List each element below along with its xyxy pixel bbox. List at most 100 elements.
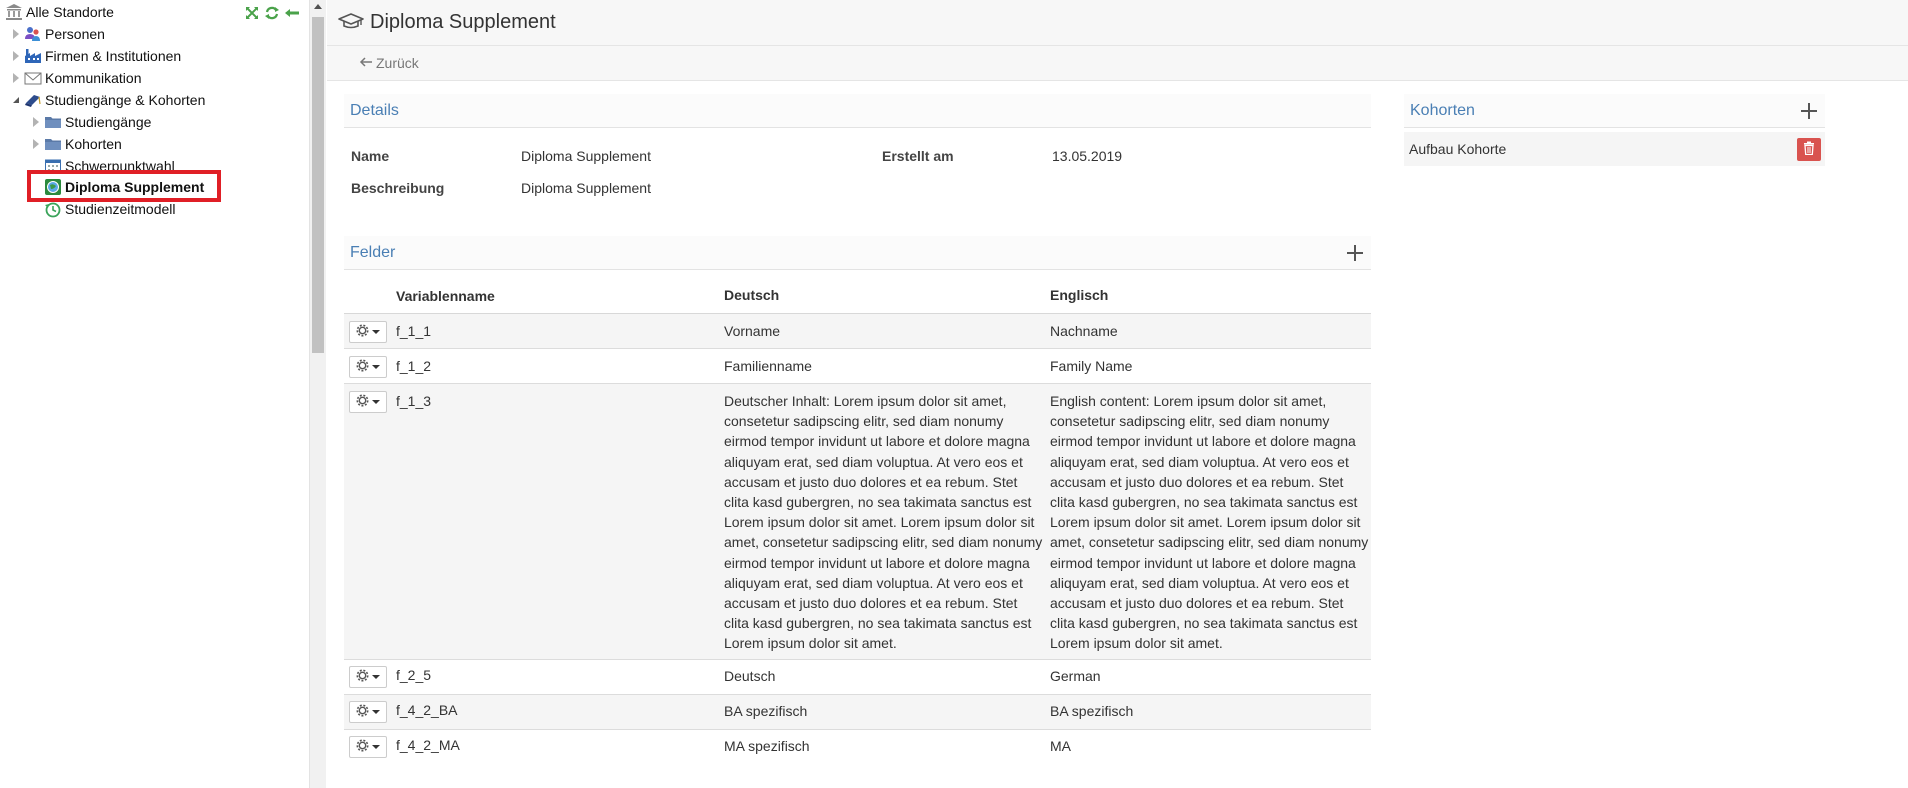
gear-icon [356, 324, 369, 340]
row-actions-cell [344, 321, 396, 343]
back-bar: Zurück [327, 46, 1908, 81]
details-panel-header: Details [344, 94, 1371, 128]
tree-item-kommunikation[interactable]: Kommunikation [9, 67, 142, 89]
column-header-deutsch: Deutsch [724, 287, 780, 304]
created-label: Erstellt am [882, 148, 954, 164]
name-label: Name [351, 148, 390, 164]
row-actions-cell [344, 701, 396, 723]
folder-icon [43, 112, 63, 132]
cell-deutsch: Familienname [724, 358, 812, 374]
tree-item-label: Kommunikation [45, 70, 142, 86]
row-actions-dropdown[interactable] [349, 321, 387, 343]
tree-item-kohorten[interactable]: Kohorten [29, 133, 122, 155]
scrollbar-thumb[interactable] [312, 17, 324, 353]
cell-variable: f_2_5 [396, 667, 432, 683]
cell-deutsch: BA spezifisch [724, 703, 808, 719]
tree-item-personen[interactable]: Personen [9, 23, 105, 45]
expand-arrow-icon[interactable] [9, 67, 23, 89]
row-actions-cell [344, 736, 396, 758]
delete-kohorte-button[interactable] [1797, 137, 1821, 161]
tree-item-firmen[interactable]: Firmen & Institutionen [9, 45, 181, 67]
sidebar: Alle Standorte Personen Firmen & Institu… [0, 0, 326, 788]
sidebar-scrollbar[interactable] [309, 0, 326, 788]
graduation-cap-icon [338, 12, 364, 33]
row-actions-dropdown[interactable] [349, 666, 387, 688]
refresh-icon[interactable] [264, 5, 280, 21]
cell-englisch: German [1050, 668, 1101, 684]
name-value: Diploma Supplement [521, 148, 651, 164]
caret-down-icon [372, 745, 380, 749]
page-title: Diploma Supplement [370, 11, 556, 33]
column-header-variablenname: Variablenname [396, 287, 495, 304]
expand-all-icon[interactable] [244, 5, 260, 21]
column-header-englisch: Englisch [1050, 287, 1109, 304]
collapse-arrow-icon[interactable] [9, 89, 23, 111]
caret-down-icon [372, 365, 380, 369]
gear-icon [356, 359, 369, 375]
clock-history-icon [43, 199, 63, 219]
kohorte-label: Aufbau Kohorte [1409, 141, 1507, 157]
folder-icon [43, 134, 63, 154]
back-link-label: Zurück [376, 55, 419, 71]
tree-toolbar [244, 5, 300, 21]
tree-item-studiengaenge-kohorten[interactable]: Studiengänge & Kohorten [9, 89, 205, 111]
main-content: Diploma Supplement Zurück Details Name D… [327, 0, 1908, 788]
expand-arrow-icon[interactable] [9, 45, 23, 67]
table-row: f_4_2_BA BA spezifisch BA spezifisch [344, 695, 1371, 730]
cell-deutsch: MA spezifisch [724, 738, 810, 754]
table-row: f_1_3 Deutscher Inhalt: Lorem ipsum dolo… [344, 384, 1371, 660]
row-actions-dropdown[interactable] [349, 391, 387, 413]
row-actions-dropdown[interactable] [349, 736, 387, 758]
back-link[interactable]: Zurück [359, 55, 419, 71]
tree-item-studiengaenge[interactable]: Studiengänge [29, 111, 151, 133]
add-kohorte-button[interactable] [1799, 101, 1819, 121]
description-label: Beschreibung [351, 180, 445, 196]
scroll-up-arrow-icon[interactable] [314, 4, 322, 9]
cell-deutsch: Deutsch [724, 668, 776, 684]
list-item[interactable]: Aufbau Kohorte [1404, 132, 1825, 166]
collapse-panel-icon[interactable] [284, 5, 300, 21]
created-value: 13.05.2019 [1052, 148, 1123, 164]
row-actions-cell [344, 356, 396, 378]
tree-root[interactable]: Alle Standorte [4, 1, 114, 23]
building-icon [4, 2, 24, 22]
table-row: f_2_5 Deutsch German [344, 660, 1371, 695]
gear-icon [356, 739, 369, 755]
add-field-button[interactable] [1345, 243, 1365, 263]
cell-englisch: Nachname [1050, 323, 1118, 339]
fields-table: Variablenname Deutsch Englisch f_1_1 Vor… [344, 278, 1371, 765]
people-icon [23, 24, 43, 44]
row-actions-dropdown[interactable] [349, 356, 387, 378]
cell-deutsch: Deutscher Inhalt: Lorem ipsum dolor sit … [724, 393, 1043, 652]
caret-down-icon [372, 330, 380, 334]
tree-item-label: Kohorten [65, 136, 122, 152]
row-actions-dropdown[interactable] [349, 701, 387, 723]
tree-item-label: Firmen & Institutionen [45, 48, 182, 64]
caret-down-icon [372, 675, 380, 679]
fields-heading: Felder [350, 243, 396, 261]
tree-item-label: Studiengänge & Kohorten [45, 92, 206, 108]
kohorten-panel-header: Kohorten [1404, 94, 1825, 128]
tree-item-label: Studienzeitmodell [65, 201, 176, 217]
expand-arrow-icon[interactable] [29, 133, 43, 155]
expand-arrow-icon[interactable] [9, 23, 23, 45]
row-actions-cell [344, 666, 396, 688]
cell-englisch: BA spezifisch [1050, 703, 1134, 719]
cell-variable: f_1_3 [396, 393, 432, 409]
page-header: Diploma Supplement [327, 0, 1908, 46]
cell-variable: f_4_2_MA [396, 737, 460, 753]
caret-down-icon [372, 400, 380, 404]
selection-highlight [27, 170, 221, 202]
expand-arrow-icon[interactable] [29, 111, 43, 133]
tree-item-label: Studiengänge [65, 114, 152, 130]
gear-icon [356, 669, 369, 685]
cell-variable: f_1_2 [396, 358, 432, 374]
caret-down-icon [372, 710, 380, 714]
navigation-tree: Alle Standorte Personen Firmen & Institu… [0, 0, 309, 788]
factory-icon [23, 46, 43, 66]
tree-root-label: Alle Standorte [26, 4, 114, 20]
envelope-icon [23, 68, 43, 88]
cell-variable: f_4_2_BA [396, 702, 458, 718]
tree-item-label: Personen [45, 26, 105, 42]
details-heading: Details [350, 101, 399, 119]
